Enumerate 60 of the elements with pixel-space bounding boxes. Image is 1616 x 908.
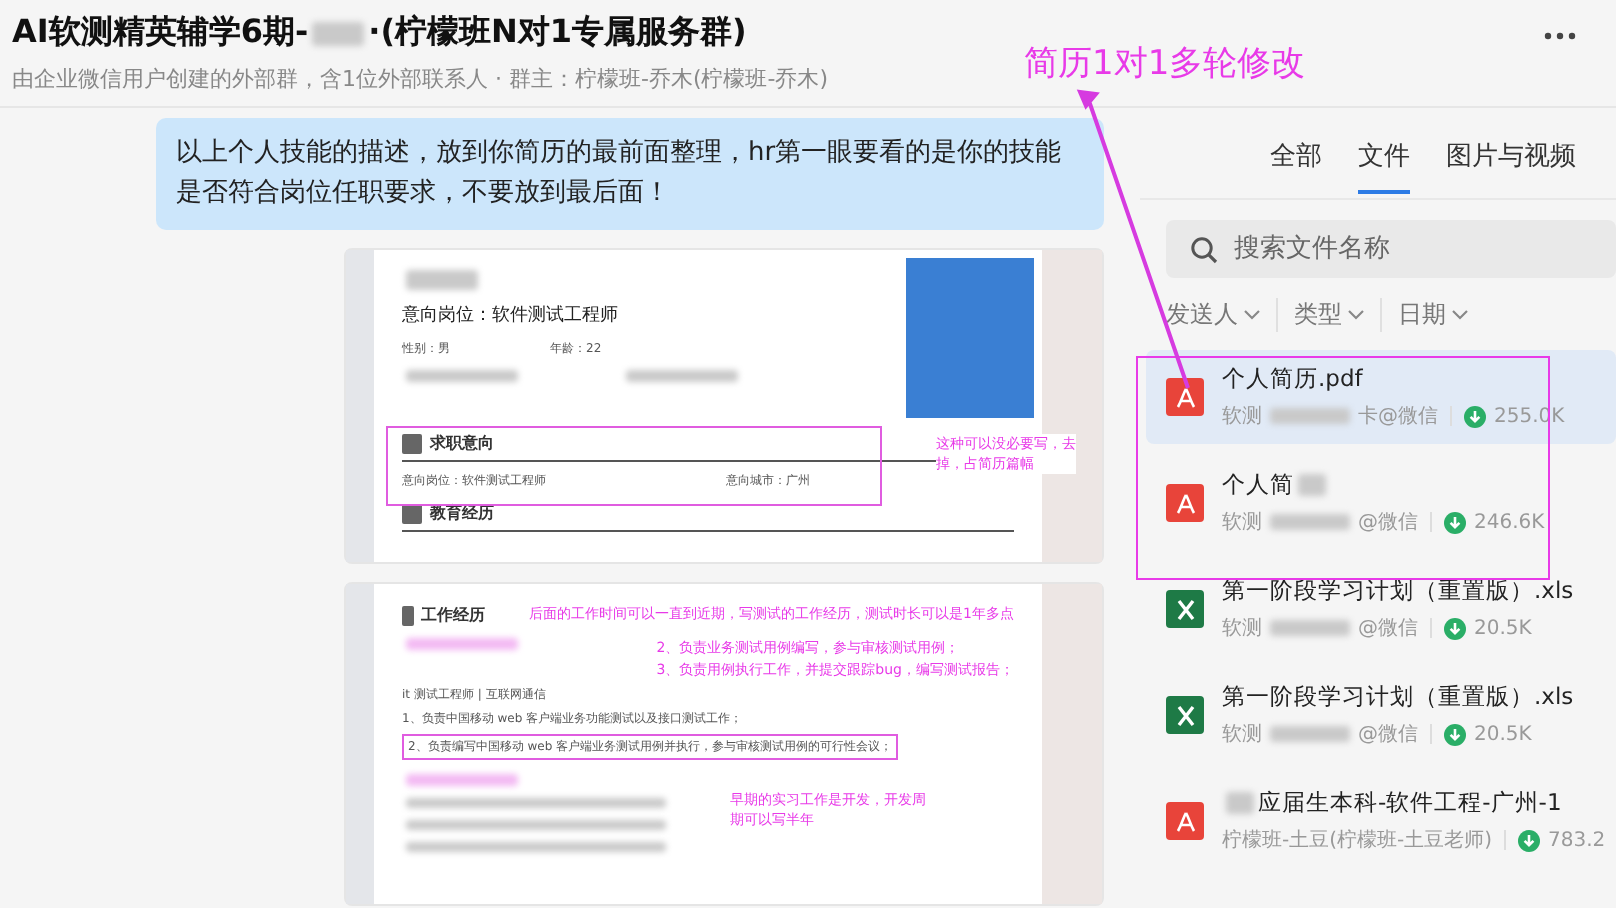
- pdf-file-icon: [1166, 802, 1204, 840]
- spreadsheet-file-icon: [1166, 696, 1204, 734]
- file-name: 第一阶段学习计划（重置版）.xls: [1222, 576, 1574, 606]
- blurred-text: [406, 638, 518, 650]
- file-sender: 软测: [1222, 403, 1262, 430]
- pdf-file-icon: [1166, 378, 1204, 416]
- caret-icon: [1244, 310, 1260, 320]
- file-sender: 软测: [1222, 721, 1262, 748]
- file-sender: @微信: [1358, 616, 1418, 642]
- file-item[interactable]: 个人简 软测 @微信 246.6K: [1146, 456, 1616, 550]
- section-title: 求职意向: [430, 432, 494, 454]
- file-size: 20.5K: [1474, 723, 1532, 745]
- file-sender: 柠檬班-土豆(柠檬班-土豆老师): [1222, 827, 1493, 854]
- blurred-text: [406, 270, 478, 290]
- spreadsheet-file-icon: [1166, 590, 1204, 628]
- more-icon[interactable]: [1544, 32, 1576, 40]
- blurred-text: [1270, 408, 1350, 424]
- tab[interactable]: 图片与视频: [1446, 138, 1576, 194]
- search-field[interactable]: 搜索文件名称: [1166, 220, 1616, 278]
- section-title: 工作经历: [421, 604, 486, 626]
- blurred-text: [406, 370, 518, 382]
- chat-subtitle: 由企业微信用户创建的外部群，含1位外部联系人 · 群主：柠檬班-乔木(柠檬班-乔木): [12, 64, 831, 94]
- file-sender: 卡@微信: [1358, 403, 1438, 430]
- file-sender: @微信: [1358, 510, 1418, 536]
- file-name: 第一阶段学习计划（重置版）.xls: [1222, 682, 1574, 712]
- blurred-text: [406, 774, 518, 786]
- pdf-file-icon: [1166, 484, 1204, 522]
- tab[interactable]: 全部: [1270, 138, 1322, 194]
- file-sender: 软测: [1222, 509, 1262, 536]
- caret-icon: [1452, 310, 1468, 320]
- blurred-text: [312, 21, 365, 45]
- download-icon: [1444, 617, 1466, 639]
- file-size: 783.2: [1548, 829, 1606, 851]
- filter-dropdown[interactable]: 类型: [1294, 298, 1382, 332]
- file-name: 应届生本科-软件工程-广州-1: [1258, 788, 1562, 818]
- tab[interactable]: 文件: [1358, 138, 1410, 194]
- file-name: 个人简历.pdf: [1222, 364, 1363, 394]
- file-item[interactable]: 应届生本科-软件工程-广州-1 柠檬班-土豆(柠檬班-土豆老师) 783.2: [1146, 774, 1616, 868]
- chat-title: AI软测精英辅学6期-: [12, 12, 309, 54]
- resume-text: 意向岗位：软件测试工程师: [402, 303, 620, 328]
- file-size: 246.6K: [1474, 511, 1545, 533]
- file-item[interactable]: 第一阶段学习计划（重置版）.xls 软测 @微信 20.5K: [1146, 562, 1616, 656]
- filter-dropdown[interactable]: 日期: [1398, 298, 1484, 332]
- file-sender: @微信: [1358, 722, 1418, 748]
- caret-icon: [1348, 310, 1364, 320]
- download-icon: [1444, 511, 1466, 533]
- blurred-text: [1270, 514, 1350, 530]
- message-bubble: 以上个人技能的描述，放到你简历的最前面整理，hr第一眼要看的是你的技能是否符合岗位任职要求，不要放到最后面！: [156, 118, 1104, 230]
- blurred-text: [1270, 620, 1350, 636]
- file-size: 20.5K: [1474, 617, 1532, 639]
- file-name: 个人简: [1222, 470, 1294, 500]
- download-icon: [1518, 829, 1541, 851]
- chat-title: ·(柠檬班N对1专属服务群): [368, 12, 747, 54]
- blurred-text: [1270, 726, 1350, 742]
- download-icon: [1464, 405, 1486, 427]
- blurred-text: [626, 370, 738, 382]
- file-sender: 软测: [1222, 615, 1262, 642]
- annotation-text: 简历1对1多轮修改: [1024, 42, 1306, 86]
- file-item[interactable]: 第一阶段学习计划（重置版）.xls 软测 @微信 20.5K: [1146, 668, 1616, 762]
- download-icon: [1444, 723, 1466, 745]
